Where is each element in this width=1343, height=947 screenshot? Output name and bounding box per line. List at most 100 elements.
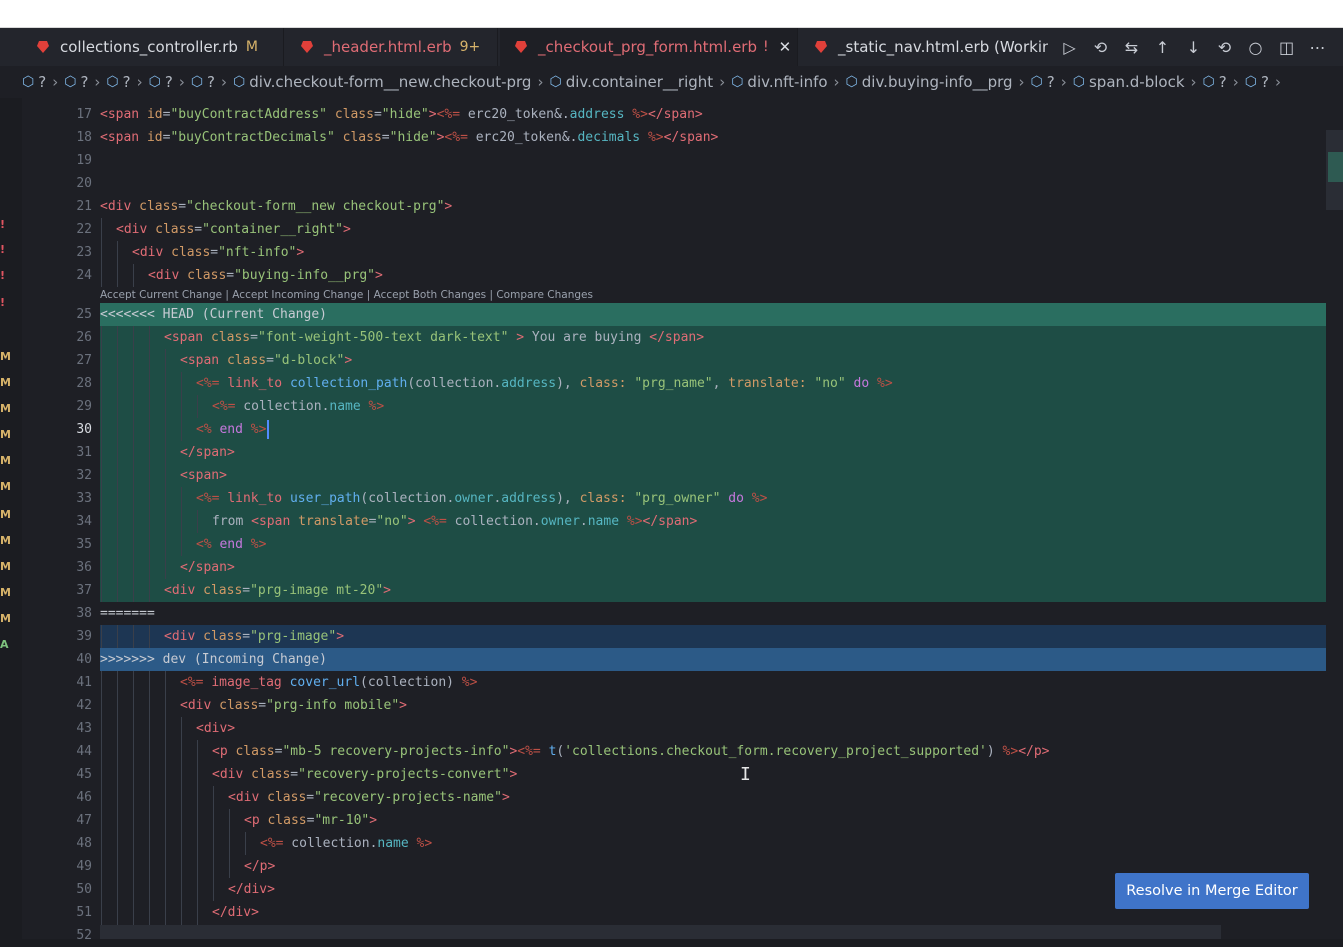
code-line[interactable]: <div class="nft-info"> bbox=[100, 241, 1326, 264]
code-token: %> bbox=[877, 376, 893, 391]
arrow-up-icon[interactable]: ↑ bbox=[1147, 28, 1178, 66]
code-line[interactable]: <div class="checkout-form__new checkout-… bbox=[100, 195, 1326, 218]
vertical-scrollbar[interactable] bbox=[1326, 98, 1343, 947]
breadcrumb-item[interactable]: ⬡ div.checkout-form__new.checkout-prg › bbox=[233, 73, 549, 91]
indent-guide bbox=[117, 464, 118, 487]
code-line[interactable]: <%= collection.name %> bbox=[100, 395, 1326, 418]
code-token: <div bbox=[164, 583, 204, 598]
indent-guide bbox=[149, 671, 150, 694]
resolve-in-merge-editor-button[interactable]: Resolve in Merge Editor bbox=[1115, 873, 1309, 909]
breadcrumb-label: div.nft-info bbox=[747, 73, 828, 91]
run-icon[interactable]: ▷ bbox=[1054, 28, 1085, 66]
breadcrumb-item[interactable]: ⬡? › bbox=[191, 73, 233, 91]
tab-checkout-prg-form[interactable]: _checkout_prg_form.html.erb ! ✕ bbox=[500, 28, 798, 66]
code-token: user_path bbox=[289, 491, 361, 506]
code-line[interactable]: <p class="mb-5 recovery-projects-info"><… bbox=[100, 740, 1326, 763]
indent-guide bbox=[213, 855, 214, 878]
code-token: %> bbox=[632, 107, 648, 122]
code-line[interactable] bbox=[100, 149, 1326, 172]
code-line[interactable]: <div class="container__right"> bbox=[100, 218, 1326, 241]
line-number: 41 bbox=[76, 675, 92, 690]
horizontal-scrollbar[interactable] bbox=[100, 925, 1221, 939]
compare-changes-icon[interactable]: ⇆ bbox=[1116, 28, 1147, 66]
indent-guide bbox=[149, 464, 150, 487]
split-editor-icon[interactable]: ◫ bbox=[1271, 28, 1302, 66]
code-token: name bbox=[587, 514, 620, 529]
line-number: 48 bbox=[76, 836, 92, 851]
code-line[interactable]: <span> bbox=[100, 464, 1326, 487]
breadcrumb-item[interactable]: ⬡? › bbox=[1031, 73, 1073, 91]
code-line[interactable]: <div class="buying-info__prg"> bbox=[100, 264, 1326, 287]
code-line[interactable]: <span class="font-weight-500-text dark-t… bbox=[100, 326, 1326, 349]
code-token: > bbox=[375, 268, 383, 283]
indent-guide bbox=[101, 372, 102, 395]
code-line[interactable]: <div class="prg-image mt-20"> bbox=[100, 579, 1326, 602]
breadcrumb-item[interactable]: ⬡? › bbox=[22, 73, 64, 91]
code-line[interactable]: <%= link_to collection_path(collection.a… bbox=[100, 372, 1326, 395]
code-line[interactable]: <div class="prg-info mobile"> bbox=[100, 694, 1326, 717]
code-line[interactable]: <<<<<<< HEAD (Current Change) bbox=[100, 303, 1326, 326]
code-token: <p bbox=[244, 813, 268, 828]
code-line[interactable]: <%= link_to user_path(collection.owner.a… bbox=[100, 487, 1326, 510]
breadcrumb-item[interactable]: ⬡? › bbox=[64, 73, 106, 91]
merge-codelens-actions[interactable]: Accept Current Change | Accept Incoming … bbox=[100, 287, 593, 303]
code-line[interactable]: <div> bbox=[100, 717, 1326, 740]
code-text: <span id="buyContractDecimals" class="hi… bbox=[100, 126, 718, 149]
breadcrumb-item[interactable]: ⬡? › bbox=[149, 73, 191, 91]
indent-guide bbox=[133, 740, 134, 763]
toggle-icon[interactable]: ⟲ bbox=[1209, 28, 1240, 66]
code-line[interactable]: <p class="mr-10"> bbox=[100, 809, 1326, 832]
code-token: address bbox=[501, 491, 557, 506]
code-line[interactable]: <% end %> bbox=[100, 418, 1326, 441]
breadcrumb-item[interactable]: ⬡ span.d-block › bbox=[1073, 73, 1203, 91]
code-token: "checkout-form__new checkout-prg" bbox=[186, 199, 445, 214]
indent-guide bbox=[165, 878, 166, 901]
code-token: <div bbox=[164, 629, 204, 644]
code-token: do bbox=[728, 491, 744, 506]
code-line[interactable]: from <span translate="no"> <%= collectio… bbox=[100, 510, 1326, 533]
indent-guide bbox=[165, 487, 166, 510]
arrow-down-icon[interactable]: ↓ bbox=[1178, 28, 1209, 66]
breadcrumb-item[interactable]: ⬡? › bbox=[1245, 73, 1287, 91]
code-line[interactable]: <div class="recovery-projects-convert"> bbox=[100, 763, 1326, 786]
code-line[interactable]: ======= bbox=[100, 602, 1326, 625]
code-text: from <span translate="no"> <%= collectio… bbox=[212, 510, 697, 533]
breadcrumb-item[interactable]: ⬡ div.nft-info › bbox=[731, 73, 845, 91]
code-line[interactable]: <span id="buyContractDecimals" class="hi… bbox=[100, 126, 1326, 149]
indent-guide bbox=[165, 441, 166, 464]
code-text: <%= collection.name %> bbox=[260, 832, 432, 855]
code-line[interactable]: <% end %> bbox=[100, 533, 1326, 556]
breadcrumb-item[interactable]: ⬡ div.buying-info__prg › bbox=[846, 73, 1031, 91]
code-token: "recovery-projects-name" bbox=[314, 790, 502, 805]
code-line[interactable]: <span id="buyContractAddress" class="hid… bbox=[100, 103, 1326, 126]
breadcrumb-item[interactable]: ⬡ div.container__right › bbox=[549, 73, 731, 91]
code-line[interactable]: </span> bbox=[100, 556, 1326, 579]
tab-static-nav[interactable]: _static_nav.html.erb (Working bbox=[800, 28, 1048, 66]
tab-header-erb[interactable]: _header.html.erb 9+ bbox=[286, 28, 498, 66]
breadcrumb-item[interactable]: ⬡? › bbox=[106, 73, 148, 91]
tab-collections-controller[interactable]: collections_controller.rb M bbox=[22, 28, 284, 66]
code-token: collection. bbox=[283, 836, 378, 851]
code-line[interactable]: <span class="d-block"> bbox=[100, 349, 1326, 372]
code-token: = bbox=[258, 698, 267, 713]
code-line[interactable]: >>>>>>> dev (Incoming Change) bbox=[100, 648, 1326, 671]
circle-dot-icon[interactable]: ○ bbox=[1240, 28, 1271, 66]
symbol-cube-icon: ⬡ bbox=[22, 74, 35, 90]
line-number: 34 bbox=[76, 514, 92, 529]
code-token: <div> bbox=[196, 721, 236, 736]
code-line[interactable]: <%= collection.name %> bbox=[100, 832, 1326, 855]
code-line[interactable]: <div class="recovery-projects-name"> bbox=[100, 786, 1326, 809]
history-icon[interactable]: ⟲ bbox=[1085, 28, 1116, 66]
close-icon[interactable]: ✕ bbox=[779, 38, 792, 56]
code-line[interactable]: <div class="prg-image"> bbox=[100, 625, 1326, 648]
code-line[interactable]: </span> bbox=[100, 441, 1326, 464]
line-number: 18 bbox=[76, 130, 92, 145]
more-icon[interactable]: ⋯ bbox=[1302, 28, 1333, 66]
breadcrumb-item[interactable]: ⬡? › bbox=[1203, 73, 1245, 91]
code-line[interactable] bbox=[100, 172, 1326, 195]
code-editor[interactable]: Accept Current Change | Accept Incoming … bbox=[100, 98, 1326, 947]
code-line[interactable]: <%= image_tag cover_url(collection) %> bbox=[100, 671, 1326, 694]
code-token: = bbox=[226, 268, 235, 283]
code-text: <%= collection.name %> bbox=[212, 395, 384, 418]
